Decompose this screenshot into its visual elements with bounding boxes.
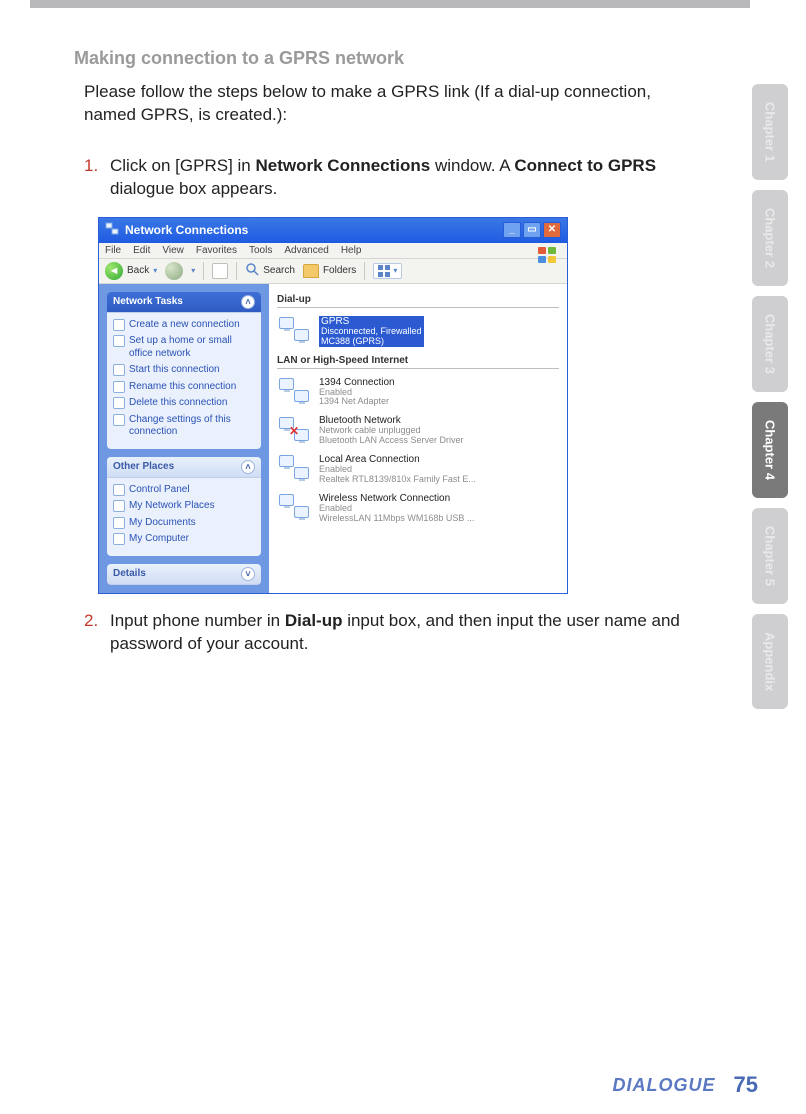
menu-tools[interactable]: Tools xyxy=(249,245,272,256)
tab-appendix[interactable]: Appendix xyxy=(752,614,788,709)
network-connections-window: Network Connections _ ▭ ✕ File Edit View… xyxy=(98,217,568,594)
minimize-button[interactable]: _ xyxy=(503,222,521,238)
page-number: 75 xyxy=(734,1072,758,1098)
steps-list: 1. Click on [GPRS] in Network Connection… xyxy=(84,155,684,201)
search-icon xyxy=(245,262,259,279)
place-icon xyxy=(113,533,125,545)
connection-1394[interactable]: 1394 Connection Enabled 1394 Net Adapter xyxy=(277,373,559,412)
footer: DIALOGUE 75 xyxy=(613,1072,759,1098)
folders-button[interactable]: Folders xyxy=(303,264,356,278)
task-change[interactable]: Change settings of this connection xyxy=(113,412,255,441)
connection-icon xyxy=(279,455,311,483)
section-heading: Making connection to a GPRS network xyxy=(74,48,684,69)
window-title: Network Connections xyxy=(125,223,248,237)
step-2: 2. Input phone number in Dial-up input b… xyxy=(84,610,684,656)
task-icon xyxy=(113,335,125,347)
page-content: Making connection to a GPRS network Plea… xyxy=(74,40,684,672)
views-icon xyxy=(378,265,390,277)
connection-lan[interactable]: Local Area Connection Enabled Realtek RT… xyxy=(277,450,559,489)
group-lan-head: LAN or High-Speed Internet xyxy=(277,353,559,369)
back-button[interactable]: ◄ Back ▾ xyxy=(105,262,157,280)
menu-advanced[interactable]: Advanced xyxy=(284,245,328,256)
up-button[interactable] xyxy=(212,263,228,279)
connection-icon xyxy=(279,378,311,406)
task-icon xyxy=(113,414,125,426)
connection-bluetooth[interactable]: ✕ Bluetooth Network Network cable unplug… xyxy=(277,411,559,450)
connection-icon xyxy=(279,317,311,345)
tab-chapter-3[interactable]: Chapter 3 xyxy=(752,296,788,392)
views-button[interactable]: ▾ xyxy=(373,263,402,279)
task-icon xyxy=(113,397,125,409)
folder-icon xyxy=(303,264,319,278)
task-delete[interactable]: Delete this connection xyxy=(113,395,255,412)
side-pane: Network Tasks ˄ Create a new connection … xyxy=(99,284,269,593)
task-start[interactable]: Start this connection xyxy=(113,362,255,379)
panel-title: Other Places xyxy=(113,461,174,472)
task-icon xyxy=(113,364,125,376)
task-setup[interactable]: Set up a home or small office network xyxy=(113,333,255,362)
details-panel: Details ˅ xyxy=(107,564,261,585)
place-icon xyxy=(113,500,125,512)
collapse-icon[interactable]: ˄ xyxy=(241,460,255,474)
chevron-down-icon: ▾ xyxy=(393,266,397,275)
menubar: File Edit View Favorites Tools Advanced … xyxy=(99,243,567,259)
step-number: 2. xyxy=(84,610,110,633)
step-1: 1. Click on [GPRS] in Network Connection… xyxy=(84,155,684,201)
brand-logo: DIALOGUE xyxy=(613,1075,716,1096)
menu-edit[interactable]: Edit xyxy=(133,245,150,256)
window-titlebar: Network Connections _ ▭ ✕ xyxy=(99,218,567,243)
expand-icon[interactable]: ˅ xyxy=(241,567,255,581)
tab-chapter-2[interactable]: Chapter 2 xyxy=(752,190,788,286)
maximize-button[interactable]: ▭ xyxy=(523,222,541,238)
place-my-documents[interactable]: My Documents xyxy=(113,515,255,532)
panel-title: Network Tasks xyxy=(113,296,183,307)
intro-paragraph: Please follow the steps below to make a … xyxy=(84,81,684,127)
step-number: 1. xyxy=(84,155,110,178)
place-control-panel[interactable]: Control Panel xyxy=(113,482,255,499)
forward-button[interactable] xyxy=(165,262,183,280)
task-icon xyxy=(113,381,125,393)
error-icon: ✕ xyxy=(289,425,301,437)
tab-chapter-4[interactable]: Chapter 4 xyxy=(752,402,788,498)
search-button[interactable]: Search xyxy=(245,262,295,279)
place-icon xyxy=(113,484,125,496)
chapter-tabs: Chapter 1 Chapter 2 Chapter 3 Chapter 4 … xyxy=(752,84,788,719)
menu-view[interactable]: View xyxy=(162,245,184,256)
place-icon xyxy=(113,517,125,529)
network-tasks-panel: Network Tasks ˄ Create a new connection … xyxy=(107,292,261,449)
steps-list-cont: 2. Input phone number in Dial-up input b… xyxy=(84,610,684,656)
connection-icon xyxy=(279,494,311,522)
task-icon xyxy=(113,319,125,331)
chevron-down-icon: ▾ xyxy=(153,266,157,275)
close-button[interactable]: ✕ xyxy=(543,222,561,238)
task-rename[interactable]: Rename this connection xyxy=(113,379,255,396)
tab-chapter-5[interactable]: Chapter 5 xyxy=(752,508,788,604)
connection-icon: ✕ xyxy=(279,417,311,445)
task-create[interactable]: Create a new connection xyxy=(113,317,255,334)
app-icon xyxy=(105,222,119,239)
menu-help[interactable]: Help xyxy=(341,245,362,256)
top-rule xyxy=(30,0,750,8)
tab-chapter-1[interactable]: Chapter 1 xyxy=(752,84,788,180)
connection-wireless[interactable]: Wireless Network Connection Enabled Wire… xyxy=(277,489,559,528)
windows-flag-icon xyxy=(535,245,559,265)
toolbar: ◄ Back ▾ ▾ Search Folders ▾ xyxy=(99,259,567,284)
menu-favorites[interactable]: Favorites xyxy=(196,245,237,256)
place-network-places[interactable]: My Network Places xyxy=(113,498,255,515)
collapse-icon[interactable]: ˄ xyxy=(241,295,255,309)
panel-title: Details xyxy=(113,568,146,579)
back-icon: ◄ xyxy=(105,262,123,280)
chevron-down-icon: ▾ xyxy=(191,266,195,275)
connection-gprs[interactable]: GPRS Disconnected, Firewalled MC388 (GPR… xyxy=(277,312,559,351)
other-places-panel: Other Places ˄ Control Panel My Network … xyxy=(107,457,261,556)
place-my-computer[interactable]: My Computer xyxy=(113,531,255,548)
menu-file[interactable]: File xyxy=(105,245,121,256)
main-pane: Dial-up GPRS Disconnected, Firewalled MC… xyxy=(269,284,567,593)
group-dialup-head: Dial-up xyxy=(277,292,559,308)
